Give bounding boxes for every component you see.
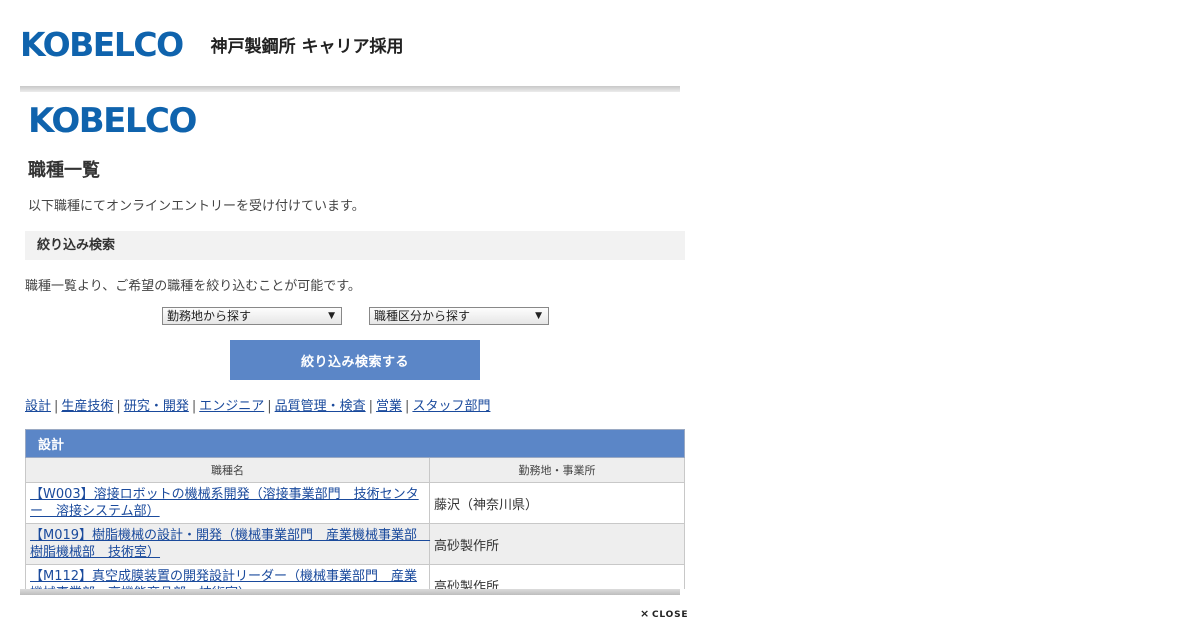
filter-heading: 絞り込み検索 bbox=[25, 231, 685, 260]
job-table: 設計 職種名 勤務地・事業所 【W003】溶接ロボットの機械系開発（溶接事業部門… bbox=[25, 429, 685, 589]
page-title: 職種一覧 bbox=[28, 160, 100, 181]
separator: | bbox=[116, 399, 121, 414]
frame-bottom-border bbox=[20, 589, 680, 595]
category-link-production-engineering[interactable]: 生産技術 bbox=[61, 399, 113, 414]
location-cell: 藤沢（神奈川県） bbox=[429, 482, 685, 524]
job-link[interactable]: 【M112】真空成膜装置の開発設計リーダー（機械事業部門 産業機械事業部 高機能… bbox=[30, 569, 417, 589]
filter-search-button[interactable]: 絞り込み検索する bbox=[230, 340, 480, 380]
job-name-cell: 【W003】溶接ロボットの機械系開発（溶接事業部門 技術センター 溶接システム部… bbox=[25, 482, 430, 524]
job-name-cell: 【M112】真空成膜装置の開発設計リーダー（機械事業部門 産業機械事業部 高機能… bbox=[25, 564, 430, 589]
job-link[interactable]: 【W003】溶接ロボットの機械系開発（溶接事業部門 技術センター 溶接システム部… bbox=[30, 487, 419, 519]
intro-text: 以下職種にてオンラインエントリーを受け付けています。 bbox=[28, 199, 365, 214]
category-link-quality[interactable]: 品質管理・検査 bbox=[275, 399, 366, 414]
column-header-location: 勤務地・事業所 bbox=[429, 457, 685, 483]
kobelco-logo[interactable]: KOBELCO bbox=[20, 28, 184, 61]
close-button[interactable]: × CLOSE bbox=[640, 607, 688, 620]
job-list-frame[interactable]: KOBELCO 職種一覧 以下職種にてオンラインエントリーを受け付けています。 … bbox=[20, 92, 685, 589]
separator: | bbox=[54, 399, 59, 414]
location-cell: 高砂製作所 bbox=[429, 564, 685, 589]
separator: | bbox=[368, 399, 374, 414]
category-link-design[interactable]: 設計 bbox=[25, 399, 51, 414]
job-name-cell: 【M019】樹脂機械の設計・開発（機械事業部門 産業機械事業部 樹脂機械部 技術… bbox=[25, 523, 430, 565]
area-select-value: 勤務地から探す bbox=[167, 309, 252, 323]
job-type-select[interactable]: 職種区分から探す ▼ bbox=[369, 307, 549, 325]
category-links: 設計 | 生産技術 | 研究・開発 | エンジニア | 品質管理・検査 | 営業 | スタッフ部門 bbox=[25, 395, 490, 414]
dropdown-arrow-icon: ▼ bbox=[535, 311, 542, 321]
frame-kobelco-logo: KOBELCO bbox=[28, 101, 197, 141]
separator: | bbox=[191, 399, 197, 414]
separator: | bbox=[267, 399, 272, 414]
table-section-heading: 設計 bbox=[25, 429, 685, 458]
table-row: 【M019】樹脂機械の設計・開発（機械事業部門 産業機械事業部 樹脂機械部 技術… bbox=[25, 523, 685, 565]
category-link-sales[interactable]: 営業 bbox=[376, 399, 402, 414]
column-header-job-name: 職種名 bbox=[25, 457, 430, 483]
category-link-staff[interactable]: スタッフ部門 bbox=[412, 399, 490, 414]
job-type-select-value: 職種区分から探す bbox=[374, 309, 471, 323]
site-title: 神戸製鋼所 キャリア採用 bbox=[210, 36, 404, 57]
job-link[interactable]: 【M019】樹脂機械の設計・開発（機械事業部門 産業機械事業部 樹脂機械部 技術… bbox=[30, 528, 430, 560]
table-row: 【M112】真空成膜装置の開発設計リーダー（機械事業部門 産業機械事業部 高機能… bbox=[25, 564, 685, 589]
close-label: CLOSE bbox=[652, 610, 689, 620]
close-icon: × bbox=[640, 607, 651, 620]
table-row: 【W003】溶接ロボットの機械系開発（溶接事業部門 技術センター 溶接システム部… bbox=[25, 482, 685, 524]
separator: | bbox=[405, 399, 410, 414]
category-link-research[interactable]: 研究・開発 bbox=[124, 399, 189, 414]
filter-description: 職種一覧より、ご希望の職種を絞り込むことが可能です。 bbox=[25, 279, 361, 294]
area-select[interactable]: 勤務地から探す ▼ bbox=[162, 307, 342, 325]
location-cell: 高砂製作所 bbox=[429, 523, 685, 565]
dropdown-arrow-icon: ▼ bbox=[328, 311, 335, 321]
site-header: KOBELCO 神戸製鋼所 キャリア採用 bbox=[20, 24, 404, 64]
category-link-engineer[interactable]: エンジニア bbox=[199, 399, 264, 414]
